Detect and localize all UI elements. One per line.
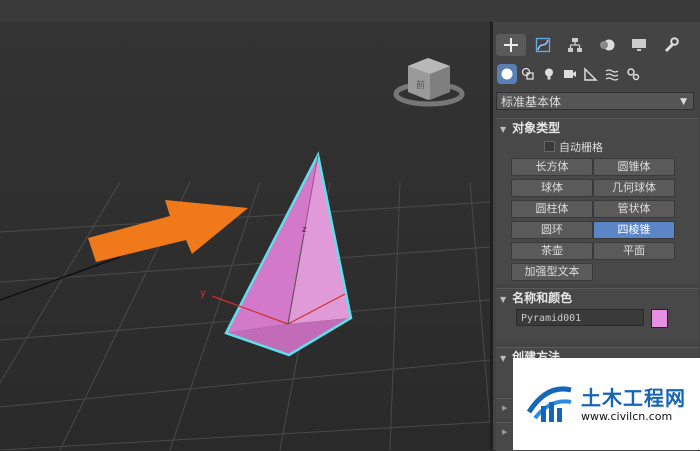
viewcube[interactable]: 前 (393, 58, 465, 107)
sphere-button[interactable]: 球体 (511, 179, 593, 197)
sphere-icon (501, 68, 513, 80)
wrench-icon (664, 37, 679, 53)
collapse-triangle-icon: ▼ (500, 295, 507, 304)
box-button[interactable]: 长方体 (511, 158, 593, 176)
shapes-icon (521, 67, 534, 80)
autogrid-checkbox-row[interactable]: 自动栅格 (544, 139, 603, 155)
helpers-category[interactable] (581, 64, 601, 84)
site-watermark: 土木工程网 www.civilcn.com (513, 358, 700, 450)
category-dropdown[interactable]: 标准基本体 ▼ (496, 92, 694, 110)
cone-button[interactable]: 圆锥体 (593, 158, 675, 176)
torus-button[interactable]: 圆环 (511, 221, 593, 239)
object-type-title: 对象类型 (512, 121, 561, 135)
object-name-field[interactable]: Pyramid001 (516, 309, 644, 326)
object-category-row (493, 64, 700, 84)
object-color-swatch[interactable] (651, 309, 668, 328)
category-dropdown-value: 标准基本体 (501, 95, 562, 109)
autogrid-checkbox[interactable] (544, 141, 555, 152)
geosphere-button[interactable]: 几何球体 (593, 179, 675, 197)
camera-icon (564, 70, 576, 78)
space-warps-category[interactable] (602, 64, 622, 84)
display-tab[interactable] (624, 34, 654, 56)
expand-triangle-icon: ▶ (502, 404, 508, 412)
light-bulb-icon (545, 68, 553, 80)
modify-tab[interactable] (528, 34, 558, 56)
name-color-rollout-header[interactable]: ▼ 名称和颜色 (496, 289, 698, 307)
tube-button[interactable]: 管状体 (593, 200, 675, 218)
pyramid-object[interactable] (224, 151, 353, 357)
pyramid-button[interactable]: 四棱锥 (593, 221, 675, 239)
grid-axis-line (0, 256, 121, 301)
watermark-title: 土木工程网 (581, 386, 686, 410)
hierarchy-tab[interactable] (560, 34, 590, 56)
collapse-triangle-icon: ▼ (500, 354, 507, 363)
modify-curve-icon (535, 37, 551, 53)
top-toolbar-strip (0, 0, 700, 22)
viewport-scene: y z 前 (0, 58, 490, 450)
cameras-category[interactable] (560, 64, 580, 84)
display-monitor-icon (632, 39, 646, 51)
collapse-triangle-icon: ▼ (500, 125, 507, 134)
cylinder-button[interactable]: 圆柱体 (511, 200, 593, 218)
lights-category[interactable] (539, 64, 559, 84)
motion-icon (600, 39, 615, 51)
dropdown-arrow-icon: ▼ (680, 97, 687, 107)
command-panel-tabs (493, 34, 700, 56)
viewcube-face-label: 前 (416, 79, 425, 91)
z-axis-label: z (302, 225, 307, 235)
plus-icon (504, 38, 518, 52)
textplus-button[interactable]: 加强型文本 (511, 263, 593, 281)
name-color-title: 名称和颜色 (512, 291, 573, 305)
utilities-tab[interactable] (656, 34, 686, 56)
object-type-rollout: ▼ 对象类型 自动栅格 长方体 圆锥体 球体 几何球体 圆柱体 管状体 圆环 四棱… (496, 118, 698, 284)
ruler-icon (584, 67, 598, 81)
create-tab[interactable] (496, 34, 526, 56)
watermark-url: www.civilcn.com (581, 410, 673, 423)
name-color-rollout: ▼ 名称和颜色 Pyramid001 (496, 288, 698, 341)
waves-icon (605, 69, 619, 81)
orange-arrow-annotation (88, 200, 248, 262)
expand-triangle-icon: ▶ (502, 428, 508, 436)
plane-button[interactable]: 平面 (593, 242, 675, 260)
motion-tab[interactable] (592, 34, 622, 56)
gears-icon (627, 68, 640, 81)
hierarchy-icon (568, 38, 582, 52)
geometry-category[interactable] (497, 64, 517, 84)
autogrid-label: 自动栅格 (559, 141, 603, 154)
shapes-category[interactable] (518, 64, 538, 84)
perspective-viewport[interactable]: y z 前 (0, 22, 490, 450)
civilcn-logo-icon (526, 386, 572, 422)
object-type-rollout-header[interactable]: ▼ 对象类型 (496, 119, 698, 137)
systems-category[interactable] (623, 64, 643, 84)
teapot-button[interactable]: 茶壶 (511, 242, 593, 260)
y-axis-label: y (200, 288, 206, 299)
